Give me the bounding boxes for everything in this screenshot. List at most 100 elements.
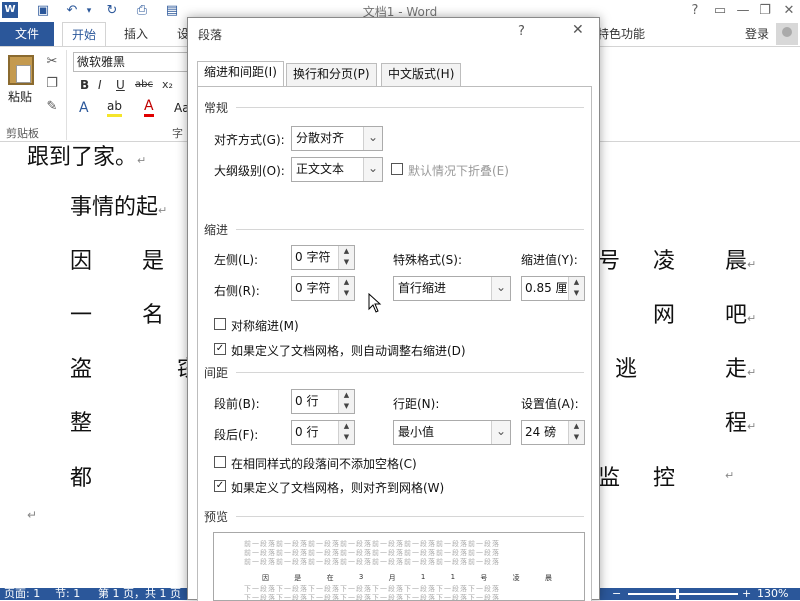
tab-home[interactable]: 开始 bbox=[62, 22, 107, 46]
special-indent-select[interactable]: 首行缩进 bbox=[393, 276, 511, 301]
ribbon-display-icon[interactable]: ▭ bbox=[710, 0, 730, 22]
doc-char: 网 bbox=[653, 303, 676, 328]
section-preview: 预览 bbox=[204, 510, 229, 524]
spacing-before-spinner[interactable]: 0 行 ▲ ▼ bbox=[291, 389, 355, 414]
dialog-close-icon[interactable]: ✕ bbox=[572, 22, 584, 38]
outline-level-select[interactable]: 正文文本 bbox=[291, 157, 383, 182]
text-effects-button[interactable]: A bbox=[79, 99, 89, 117]
preview-prev-text: 前一段落前一段落前一段落前一段落前一段落前一段落前一段落前一段落 bbox=[244, 558, 500, 566]
spinner-arrows[interactable]: ▲ ▼ bbox=[338, 277, 354, 300]
paste-button-label[interactable]: 粘贴 bbox=[8, 88, 32, 105]
special-indent-label: 特殊格式(S): bbox=[393, 253, 463, 267]
auto-adjust-right-checkbox[interactable]: ✓ bbox=[214, 343, 226, 355]
zoom-slider-thumb[interactable] bbox=[676, 589, 679, 599]
redo-icon[interactable]: ↻ bbox=[103, 2, 121, 20]
no-space-same-style-checkbox[interactable] bbox=[214, 456, 226, 468]
restore-icon[interactable]: ❐ bbox=[755, 0, 775, 22]
doc-char: ↵ bbox=[725, 469, 735, 482]
close-window-icon[interactable]: ✕ bbox=[779, 0, 799, 22]
indent-left-label: 左侧(L): bbox=[214, 253, 259, 267]
spacing-at-spinner[interactable]: 24 磅 ▲ ▼ bbox=[521, 420, 585, 445]
tab-insert[interactable]: 插入 bbox=[115, 22, 157, 46]
tab-addins[interactable]: 特色功能 bbox=[597, 25, 645, 42]
indent-left-spinner[interactable]: 0 字符 ▲ ▼ bbox=[291, 245, 355, 270]
line-spacing-select[interactable]: 最小值 bbox=[393, 420, 511, 445]
format-painter-icon[interactable]: ✎ bbox=[44, 99, 60, 115]
spinner-arrows[interactable]: ▲ ▼ bbox=[338, 421, 354, 444]
word-logo-icon: W bbox=[2, 2, 18, 18]
mouse-cursor-icon bbox=[368, 293, 382, 313]
zoom-in-icon[interactable]: + bbox=[742, 588, 751, 600]
doc-char: 监 bbox=[598, 466, 621, 491]
avatar[interactable] bbox=[776, 23, 798, 45]
open-file-icon[interactable]: ▤ bbox=[163, 2, 181, 20]
alignment-select[interactable]: 分散对齐 bbox=[291, 126, 383, 151]
spacing-after-label: 段后(F): bbox=[214, 428, 259, 442]
indent-right-spinner[interactable]: 0 字符 ▲ ▼ bbox=[291, 276, 355, 301]
spinner-arrows[interactable]: ▲ ▼ bbox=[338, 246, 354, 269]
strikethrough-button[interactable]: abc bbox=[135, 76, 153, 94]
paragraph-preview: 前一段落前一段落前一段落前一段落前一段落前一段落前一段落前一段落 前一段落前一段… bbox=[213, 532, 585, 601]
underline-button[interactable]: U bbox=[116, 76, 125, 94]
collapsed-label: 默认情况下折叠(E) bbox=[408, 164, 509, 178]
doc-char: 程↵ bbox=[725, 411, 757, 436]
status-section[interactable]: 节: 1 bbox=[55, 588, 80, 600]
doc-line-1: 跟到了家。↵ bbox=[27, 145, 147, 170]
help-button[interactable]: ? bbox=[685, 0, 705, 22]
tab-file[interactable]: 文件 bbox=[0, 22, 54, 46]
outline-level-label: 大纲级别(O): bbox=[214, 164, 285, 178]
tab-line-page-breaks[interactable]: 换行和分页(P) bbox=[286, 63, 377, 86]
spinner-arrows[interactable]: ▲ ▼ bbox=[568, 277, 584, 300]
bold-button[interactable]: B bbox=[80, 76, 89, 94]
section-spacing: 间距 bbox=[204, 366, 229, 380]
font-color-button[interactable]: A bbox=[144, 99, 154, 117]
doc-line-2: 事情的起↵ bbox=[70, 195, 168, 220]
line-spacing-label: 行距(N): bbox=[393, 397, 440, 411]
italic-button[interactable]: I bbox=[98, 76, 102, 94]
paste-icon[interactable] bbox=[8, 55, 34, 85]
font-name-combo[interactable]: 微软雅黑 bbox=[73, 52, 193, 72]
indent-by-spinner[interactable]: 0.85 厘米 ▲ ▼ bbox=[521, 276, 585, 301]
collapsed-checkbox[interactable] bbox=[391, 163, 403, 175]
tab-asian-typography[interactable]: 中文版式(H) bbox=[381, 63, 462, 86]
doc-char: 都 bbox=[70, 466, 93, 491]
cut-icon[interactable]: ✂ bbox=[44, 54, 60, 70]
tab-indents-spacing[interactable]: 缩进和间距(I) bbox=[197, 61, 284, 86]
alignment-label: 对齐方式(G): bbox=[214, 133, 285, 147]
highlight-button[interactable]: ab bbox=[107, 99, 122, 117]
undo-dropdown-icon[interactable]: ▾ bbox=[80, 2, 98, 20]
doc-char: 晨↵ bbox=[725, 249, 757, 274]
no-space-same-style-label: 在相同样式的段落间不添加空格(C) bbox=[231, 457, 417, 471]
preview-sample-text: 因是在3月11号凌晨 bbox=[262, 573, 552, 582]
spinner-arrows[interactable]: ▲ ▼ bbox=[568, 421, 584, 444]
mirror-indents-checkbox[interactable] bbox=[214, 318, 226, 330]
login-link[interactable]: 登录 bbox=[745, 25, 769, 42]
doc-char: 逃 bbox=[615, 357, 638, 382]
dialog-help-button[interactable]: ? bbox=[518, 24, 525, 39]
zoom-level[interactable]: 130% bbox=[757, 588, 788, 600]
indent-by-label: 缩进值(Y): bbox=[521, 253, 578, 267]
status-page[interactable]: 页面: 1 bbox=[4, 588, 40, 600]
save-icon[interactable]: ▣ bbox=[34, 2, 52, 20]
copy-icon[interactable]: ❐ bbox=[44, 76, 60, 92]
spacing-after-spinner[interactable]: 0 行 ▲ ▼ bbox=[291, 420, 355, 445]
doc-char: 整 bbox=[70, 411, 93, 436]
subscript-button[interactable]: x₂ bbox=[162, 76, 173, 94]
doc-char: 因 bbox=[70, 249, 93, 274]
zoom-out-icon[interactable]: − bbox=[612, 588, 621, 600]
doc-char: 名 bbox=[142, 303, 165, 328]
auto-adjust-right-label: 如果定义了文档网格，则自动调整右缩进(D) bbox=[231, 344, 466, 358]
spinner-arrows[interactable]: ▲ ▼ bbox=[338, 390, 354, 413]
section-divider bbox=[236, 107, 584, 108]
snap-to-grid-checkbox[interactable]: ✓ bbox=[214, 480, 226, 492]
status-page-of[interactable]: 第 1 页，共 1 页 bbox=[98, 588, 181, 600]
minimize-icon[interactable]: — bbox=[733, 0, 753, 22]
section-divider bbox=[236, 229, 584, 230]
spacing-at-label: 设置值(A): bbox=[521, 397, 579, 411]
snap-to-grid-label: 如果定义了文档网格，则对齐到网格(W) bbox=[231, 481, 445, 495]
print-preview-icon[interactable]: ⎙ bbox=[133, 2, 151, 20]
undo-icon[interactable]: ↶ bbox=[63, 2, 81, 20]
zoom-slider[interactable] bbox=[628, 593, 738, 595]
doc-char: 是 bbox=[142, 249, 165, 274]
doc-char: 一 bbox=[70, 303, 93, 328]
